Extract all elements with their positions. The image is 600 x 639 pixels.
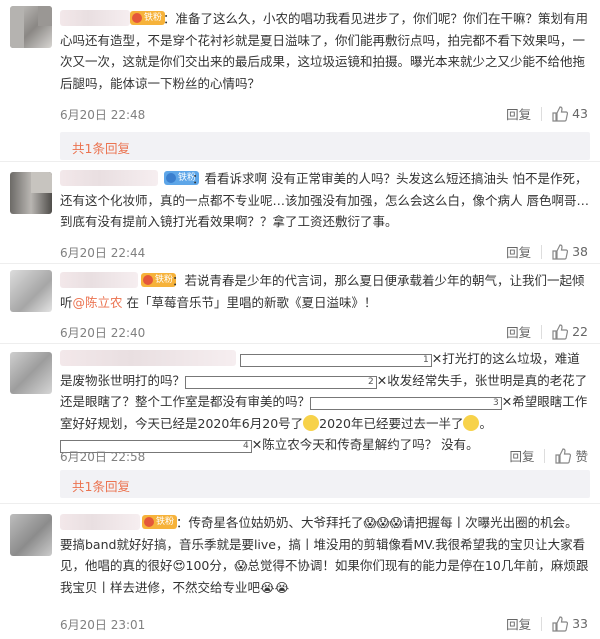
like-count: 33	[572, 616, 588, 631]
divider	[541, 616, 543, 631]
comment-text: ：若说青春是少年的代言词，那么夏日便承载着少年的朝气，让我们一起倾听@陈立农 在…	[60, 270, 590, 313]
comment-time: 6月20日 22:44	[60, 246, 146, 260]
thumbs-up-icon	[555, 447, 572, 464]
number-marker: 1	[240, 354, 432, 367]
comment-text: 1 ✕打光打的这么垃圾，难道是废物张世明打的吗？ 2 ✕收发经常失手，张世明是真的老花…	[60, 351, 588, 453]
divider	[541, 244, 543, 259]
number-marker: 3	[310, 397, 502, 410]
avatar[interactable]	[10, 514, 52, 556]
smile-emoji-icon	[303, 414, 320, 431]
like-button[interactable]: 43	[552, 105, 588, 122]
thumbs-up-icon	[552, 243, 569, 260]
reply-button[interactable]: 回复	[506, 242, 531, 261]
like-count: 38	[572, 244, 588, 259]
comment-actions: 回复 43	[506, 104, 588, 123]
reply-summary-bar[interactable]: 共1条回复	[60, 132, 590, 160]
avatar[interactable]	[10, 270, 52, 312]
reply-summary-link[interactable]: 共1条回复	[72, 138, 130, 157]
comment-5: 铁粉 ：传奇星各位姑奶奶、大爷拜托了😱😱😱请把握每丨次曝光出圈的机会。要搞ban…	[0, 504, 600, 639]
comment-segment: 2020年已经要过去一半了	[319, 415, 464, 431]
reply-button[interactable]: 回复	[509, 446, 534, 465]
comment-time: 6月20日 22:40	[60, 326, 146, 340]
number-marker: 2	[185, 375, 377, 389]
smile-emoji-icon	[463, 414, 480, 431]
comment-time: 6月20日 22:48	[60, 108, 146, 122]
reply-summary-link[interactable]: 共1条回复	[72, 476, 130, 495]
comment-text-part2: 在「草莓音乐节」里唱的新歌《夏日溢味》！	[122, 294, 377, 310]
reply-button[interactable]: 回复	[506, 614, 531, 633]
thumbs-up-icon	[552, 615, 569, 632]
like-count: 43	[572, 106, 588, 121]
comment-2: 铁粉 ：看看诉求啊 没有正常审美的人吗？头发这么短还搞油头 怕不是作死，还有这个…	[0, 162, 600, 264]
like-button[interactable]: 38	[552, 243, 588, 260]
comment-actions: 回复 赞	[509, 446, 588, 465]
mention-link[interactable]: @陈立农	[73, 295, 123, 310]
comment-time: 6月20日 22:58	[60, 450, 146, 464]
comment-text: ：看看诉求啊 没有正常审美的人吗？头发这么短还搞油头 怕不是作死，还有这个化妆师…	[60, 171, 593, 229]
comment-actions: 回复 22	[506, 322, 588, 341]
divider	[541, 106, 543, 121]
comment-actions: 回复 38	[506, 242, 588, 261]
like-button[interactable]: 33	[552, 615, 588, 632]
thumbs-up-icon	[552, 105, 569, 122]
comment-text: ：准备了这么久，小农的唱功我看见进步了，你们呢？你们在干嘛？策划有用心吗还有造型…	[60, 11, 589, 91]
avatar[interactable]	[10, 352, 52, 394]
avatar[interactable]	[10, 6, 52, 48]
like-count: 22	[572, 324, 588, 339]
reply-button[interactable]: 回复	[506, 104, 531, 123]
divider	[541, 324, 543, 339]
comment-segment: ✕陈立农今天和传奇星解约了吗？ 没有。	[251, 437, 479, 452]
comment-4: 1 ✕打光打的这么垃圾，难道是废物张世明打的吗？ 2 ✕收发经常失手，张世明是真的老花…	[0, 344, 600, 504]
reply-button[interactable]: 回复	[506, 322, 531, 341]
comment-time: 6月20日 23:01	[60, 618, 146, 632]
divider	[544, 448, 546, 463]
comment-1: 铁粉 ：准备了这么久，小农的唱功我看见进步了，你们呢？你们在干嘛？策划有用心吗还…	[0, 0, 600, 162]
thumbs-up-icon	[552, 323, 569, 340]
like-button[interactable]: 赞	[555, 446, 588, 465]
reply-summary-bar[interactable]: 共1条回复	[60, 470, 590, 498]
comment-3: 铁粉 ：若说青春是少年的代言词，那么夏日便承载着少年的朝气，让我们一起倾听@陈立…	[0, 264, 600, 344]
comment-actions: 回复 33	[506, 614, 588, 633]
like-button[interactable]: 22	[552, 323, 588, 340]
comment-text: ：传奇星各位姑奶奶、大爷拜托了😱😱😱请把握每丨次曝光出圈的机会。要搞band就好…	[60, 515, 589, 595]
avatar[interactable]	[10, 172, 52, 214]
like-label: 赞	[575, 449, 588, 464]
